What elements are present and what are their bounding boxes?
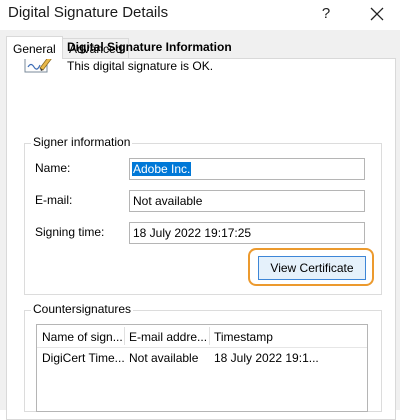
table-row[interactable]: DigiCert Time... Not available 18 July 2… (37, 347, 367, 367)
signing-time-value: 18 July 2022 19:17:25 (133, 226, 252, 240)
help-button[interactable]: ? (312, 1, 340, 27)
signing-time-label: Signing time: (35, 225, 105, 239)
title-bar: Digital Signature Details ? (0, 0, 400, 30)
column-header-timestamp[interactable]: Timestamp (214, 330, 354, 344)
name-label: Name: (35, 161, 71, 175)
signature-status: This digital signature is OK. (67, 59, 214, 73)
close-button[interactable] (360, 1, 394, 27)
column-divider[interactable] (209, 327, 210, 345)
close-icon (370, 7, 384, 21)
email-field[interactable]: Not available (129, 190, 365, 212)
signer-group-label: Signer information (31, 135, 133, 149)
view-certificate-button[interactable]: View Certificate (258, 256, 366, 280)
row-email-cell: Not available (129, 351, 199, 365)
email-value: Not available (133, 194, 203, 208)
column-divider[interactable] (124, 327, 125, 345)
column-header-name[interactable]: Name of sign... (42, 330, 126, 344)
row-name-cell: DigiCert Time... (42, 351, 125, 365)
table-header: Name of sign... E-mail addre... Timestam… (37, 325, 367, 348)
column-header-email[interactable]: E-mail addre... (129, 330, 211, 344)
tab-general[interactable]: General (6, 36, 63, 59)
row-timestamp-cell: 18 July 2022 19:1... (214, 351, 319, 365)
name-value: Adobe Inc. (132, 162, 192, 176)
name-field[interactable]: Adobe Inc. (129, 158, 365, 180)
window-title: Digital Signature Details (8, 4, 169, 21)
signing-time-field[interactable]: 18 July 2022 19:17:25 (129, 222, 365, 244)
countersignatures-group-label: Countersignatures (31, 302, 134, 316)
countersignatures-table[interactable]: Name of sign... E-mail addre... Timestam… (36, 324, 368, 412)
email-label: E-mail: (35, 193, 73, 207)
info-title: Digital Signature Information (67, 40, 232, 54)
